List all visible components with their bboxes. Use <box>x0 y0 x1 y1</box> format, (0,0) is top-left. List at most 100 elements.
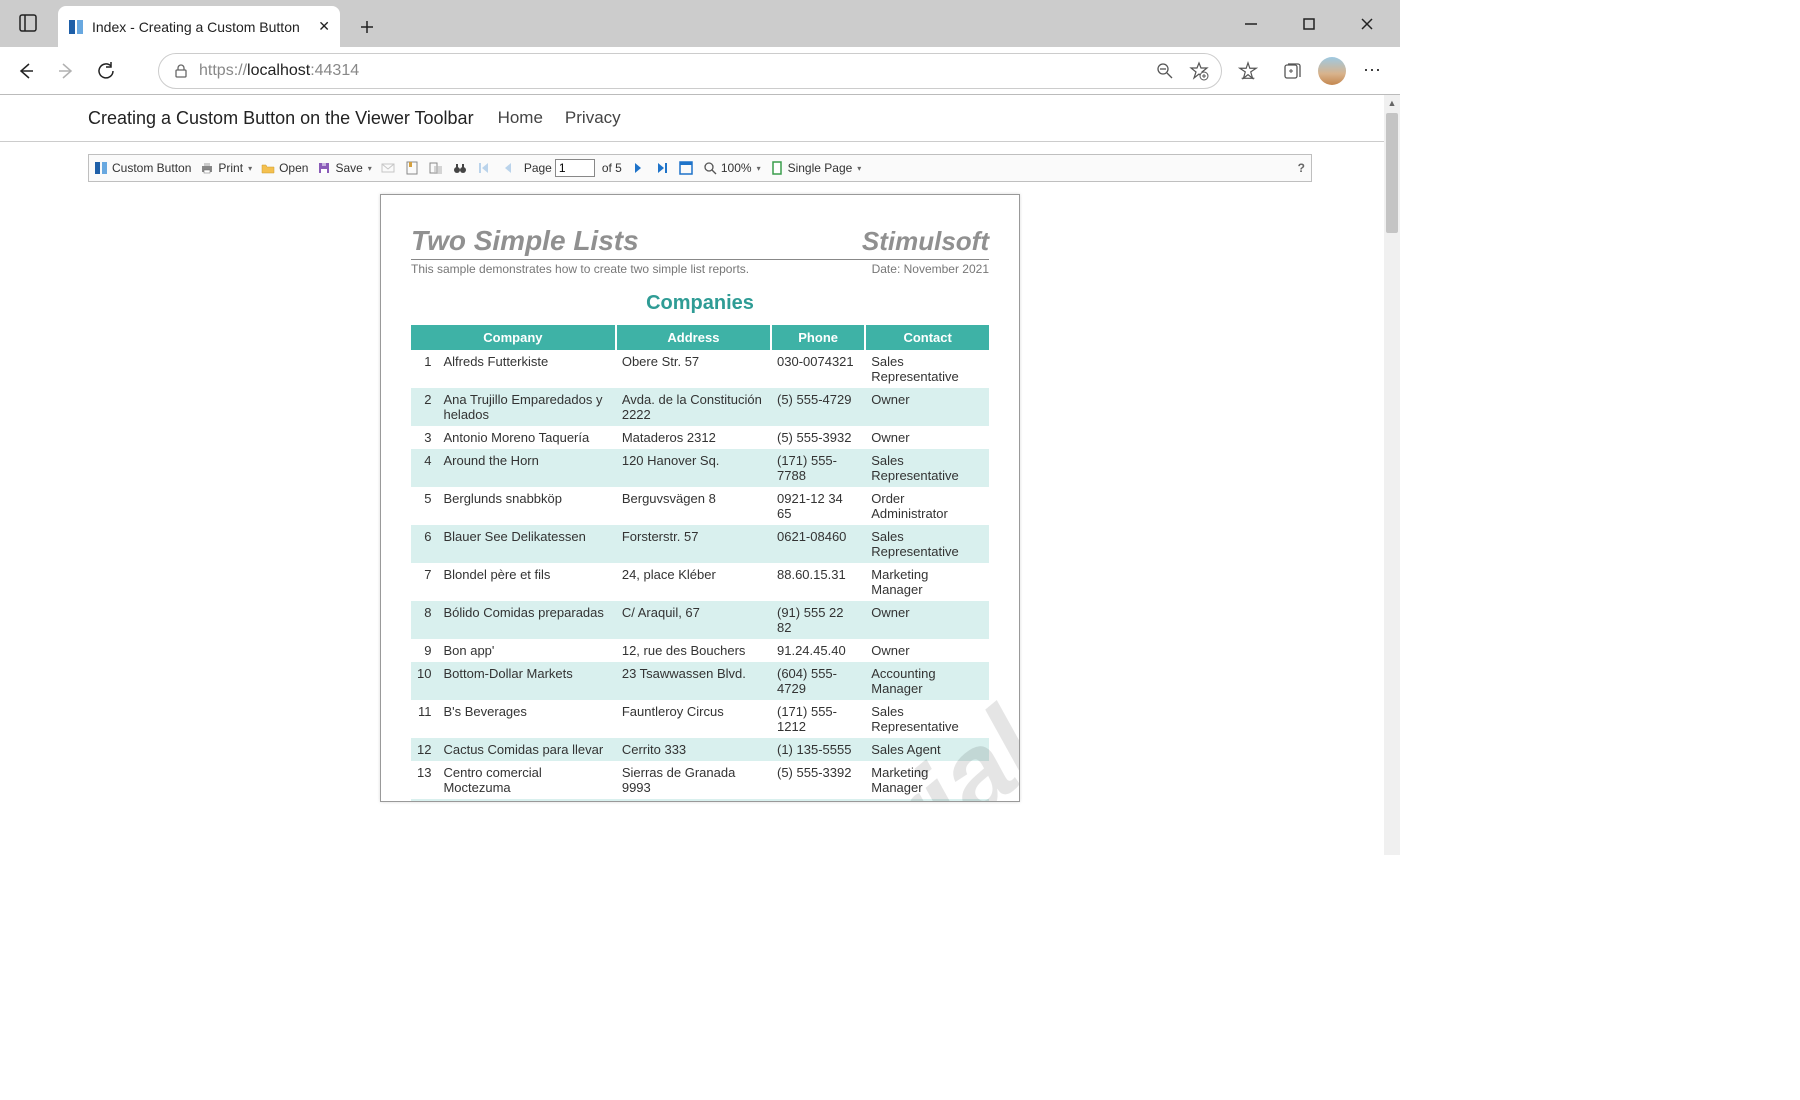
nav-link-home[interactable]: Home <box>498 108 543 128</box>
browser-tab[interactable]: Index - Creating a Custom Button ✕ <box>58 6 340 47</box>
back-button[interactable] <box>10 55 42 87</box>
row-index: 6 <box>411 525 437 563</box>
send-email-button[interactable] <box>376 155 400 181</box>
table-row: 14Chop-suey ChineseHauptstr. 290452-0765… <box>411 799 989 802</box>
tab-title: Index - Creating a Custom Button <box>92 19 310 35</box>
address-bar[interactable]: https://localhost:44314 <box>158 53 1222 89</box>
cell-company: B's Beverages <box>437 700 615 738</box>
cell-phone: (5) 555-3392 <box>771 761 865 799</box>
save-button[interactable]: Save <box>312 155 375 181</box>
row-index: 10 <box>411 662 437 700</box>
cell-company: Berglunds snabbköp <box>437 487 615 525</box>
cell-contact: Marketing Manager <box>865 563 989 601</box>
cell-phone: (171) 555-1212 <box>771 700 865 738</box>
page-input[interactable] <box>555 159 595 177</box>
table-row: 10Bottom-Dollar Markets23 Tsawwassen Blv… <box>411 662 989 700</box>
report-viewport: Two Simple Lists Stimulsoft This sample … <box>88 182 1312 802</box>
zoom-out-icon[interactable] <box>1155 61 1175 81</box>
forward-button[interactable] <box>50 55 82 87</box>
page-indicator: Page of 5 <box>520 155 626 181</box>
report-date: Date: November 2021 <box>872 262 989 276</box>
lock-icon <box>171 61 191 81</box>
tab-close-icon[interactable]: ✕ <box>318 18 330 35</box>
cell-contact: Accounting Manager <box>865 662 989 700</box>
cell-phone: 0621-08460 <box>771 525 865 563</box>
section-heading: Companies <box>411 292 989 315</box>
col-address: Address <box>616 325 771 350</box>
cell-address: Mataderos 2312 <box>616 426 771 449</box>
row-index: 7 <box>411 563 437 601</box>
cell-contact: Sales Representative <box>865 449 989 487</box>
cell-phone: (5) 555-4729 <box>771 388 865 426</box>
report-title: Two Simple Lists <box>411 225 639 257</box>
new-tab-button[interactable] <box>350 10 384 44</box>
view-mode-button[interactable]: Single Page <box>765 155 866 181</box>
next-page-icon <box>630 160 646 176</box>
cell-company: Blondel père et fils <box>437 563 615 601</box>
table-row: 12Cactus Comidas para llevarCerrito 333(… <box>411 738 989 761</box>
binoculars-icon <box>452 160 468 176</box>
zoom-button[interactable]: 100% <box>698 155 765 181</box>
favorites-icon[interactable] <box>1238 61 1258 81</box>
more-icon[interactable]: ⋯ <box>1362 61 1382 81</box>
profile-avatar[interactable] <box>1318 57 1346 85</box>
window-minimize-button[interactable] <box>1228 9 1274 39</box>
cell-phone: (5) 555-3932 <box>771 426 865 449</box>
scroll-thumb[interactable] <box>1386 113 1398 233</box>
table-row: 9Bon app'12, rue des Bouchers91.24.45.40… <box>411 639 989 662</box>
viewer-toolbar: Custom Button Print Open Save Page of 5 <box>88 154 1312 182</box>
cell-address: Obere Str. 57 <box>616 350 771 388</box>
row-index: 14 <box>411 799 437 802</box>
window-maximize-button[interactable] <box>1286 9 1332 39</box>
find-button[interactable] <box>448 155 472 181</box>
row-index: 2 <box>411 388 437 426</box>
cell-address: 120 Hanover Sq. <box>616 449 771 487</box>
next-page-button[interactable] <box>626 155 650 181</box>
window-close-button[interactable] <box>1344 9 1390 39</box>
cell-contact: Order Administrator <box>865 487 989 525</box>
table-row: 11B's BeveragesFauntleroy Circus(171) 55… <box>411 700 989 738</box>
row-index: 5 <box>411 487 437 525</box>
companies-table: Company Address Phone Contact 1Alfreds F… <box>411 325 989 802</box>
bookmarks-button[interactable] <box>400 155 424 181</box>
tab-actions-icon[interactable] <box>10 5 46 41</box>
cell-phone: (1) 135-5555 <box>771 738 865 761</box>
prev-page-button[interactable] <box>496 155 520 181</box>
scroll-up-icon[interactable]: ▲ <box>1384 95 1400 111</box>
cell-address: Avda. de la Constitución 2222 <box>616 388 771 426</box>
custom-button-icon <box>93 160 109 176</box>
favorite-add-icon[interactable] <box>1189 61 1209 81</box>
last-page-button[interactable] <box>650 155 674 181</box>
cell-address: 24, place Kléber <box>616 563 771 601</box>
cell-address: C/ Araquil, 67 <box>616 601 771 639</box>
parameters-button[interactable] <box>424 155 448 181</box>
help-button[interactable]: ? <box>1292 155 1311 181</box>
open-button[interactable]: Open <box>256 155 312 181</box>
first-page-button[interactable] <box>472 155 496 181</box>
refresh-button[interactable] <box>90 55 122 87</box>
print-button[interactable]: Print <box>195 155 256 181</box>
last-page-icon <box>654 160 670 176</box>
vertical-scrollbar[interactable]: ▲ <box>1384 95 1400 855</box>
cell-contact: Sales Representative <box>865 525 989 563</box>
table-row: 7Blondel père et fils24, place Kléber88.… <box>411 563 989 601</box>
fullscreen-button[interactable] <box>674 155 698 181</box>
col-phone: Phone <box>771 325 865 350</box>
cell-contact: Sales Representative <box>865 350 989 388</box>
row-index: 1 <box>411 350 437 388</box>
collections-icon[interactable] <box>1282 61 1302 81</box>
nav-link-privacy[interactable]: Privacy <box>565 108 621 128</box>
cell-address: Sierras de Granada 9993 <box>616 761 771 799</box>
cell-phone: 0921-12 34 65 <box>771 487 865 525</box>
table-row: 1Alfreds FutterkisteObere Str. 57030-007… <box>411 350 989 388</box>
cell-phone: 030-0074321 <box>771 350 865 388</box>
table-row: 2Ana Trujillo Emparedados y heladosAvda.… <box>411 388 989 426</box>
row-index: 13 <box>411 761 437 799</box>
custom-button[interactable]: Custom Button <box>89 155 195 181</box>
cell-address: Hauptstr. 29 <box>616 799 771 802</box>
cell-contact: Owner <box>865 639 989 662</box>
zoom-icon <box>702 160 718 176</box>
cell-address: Berguvsvägen 8 <box>616 487 771 525</box>
col-company: Company <box>411 325 616 350</box>
url-text: https://localhost:44314 <box>199 62 359 80</box>
